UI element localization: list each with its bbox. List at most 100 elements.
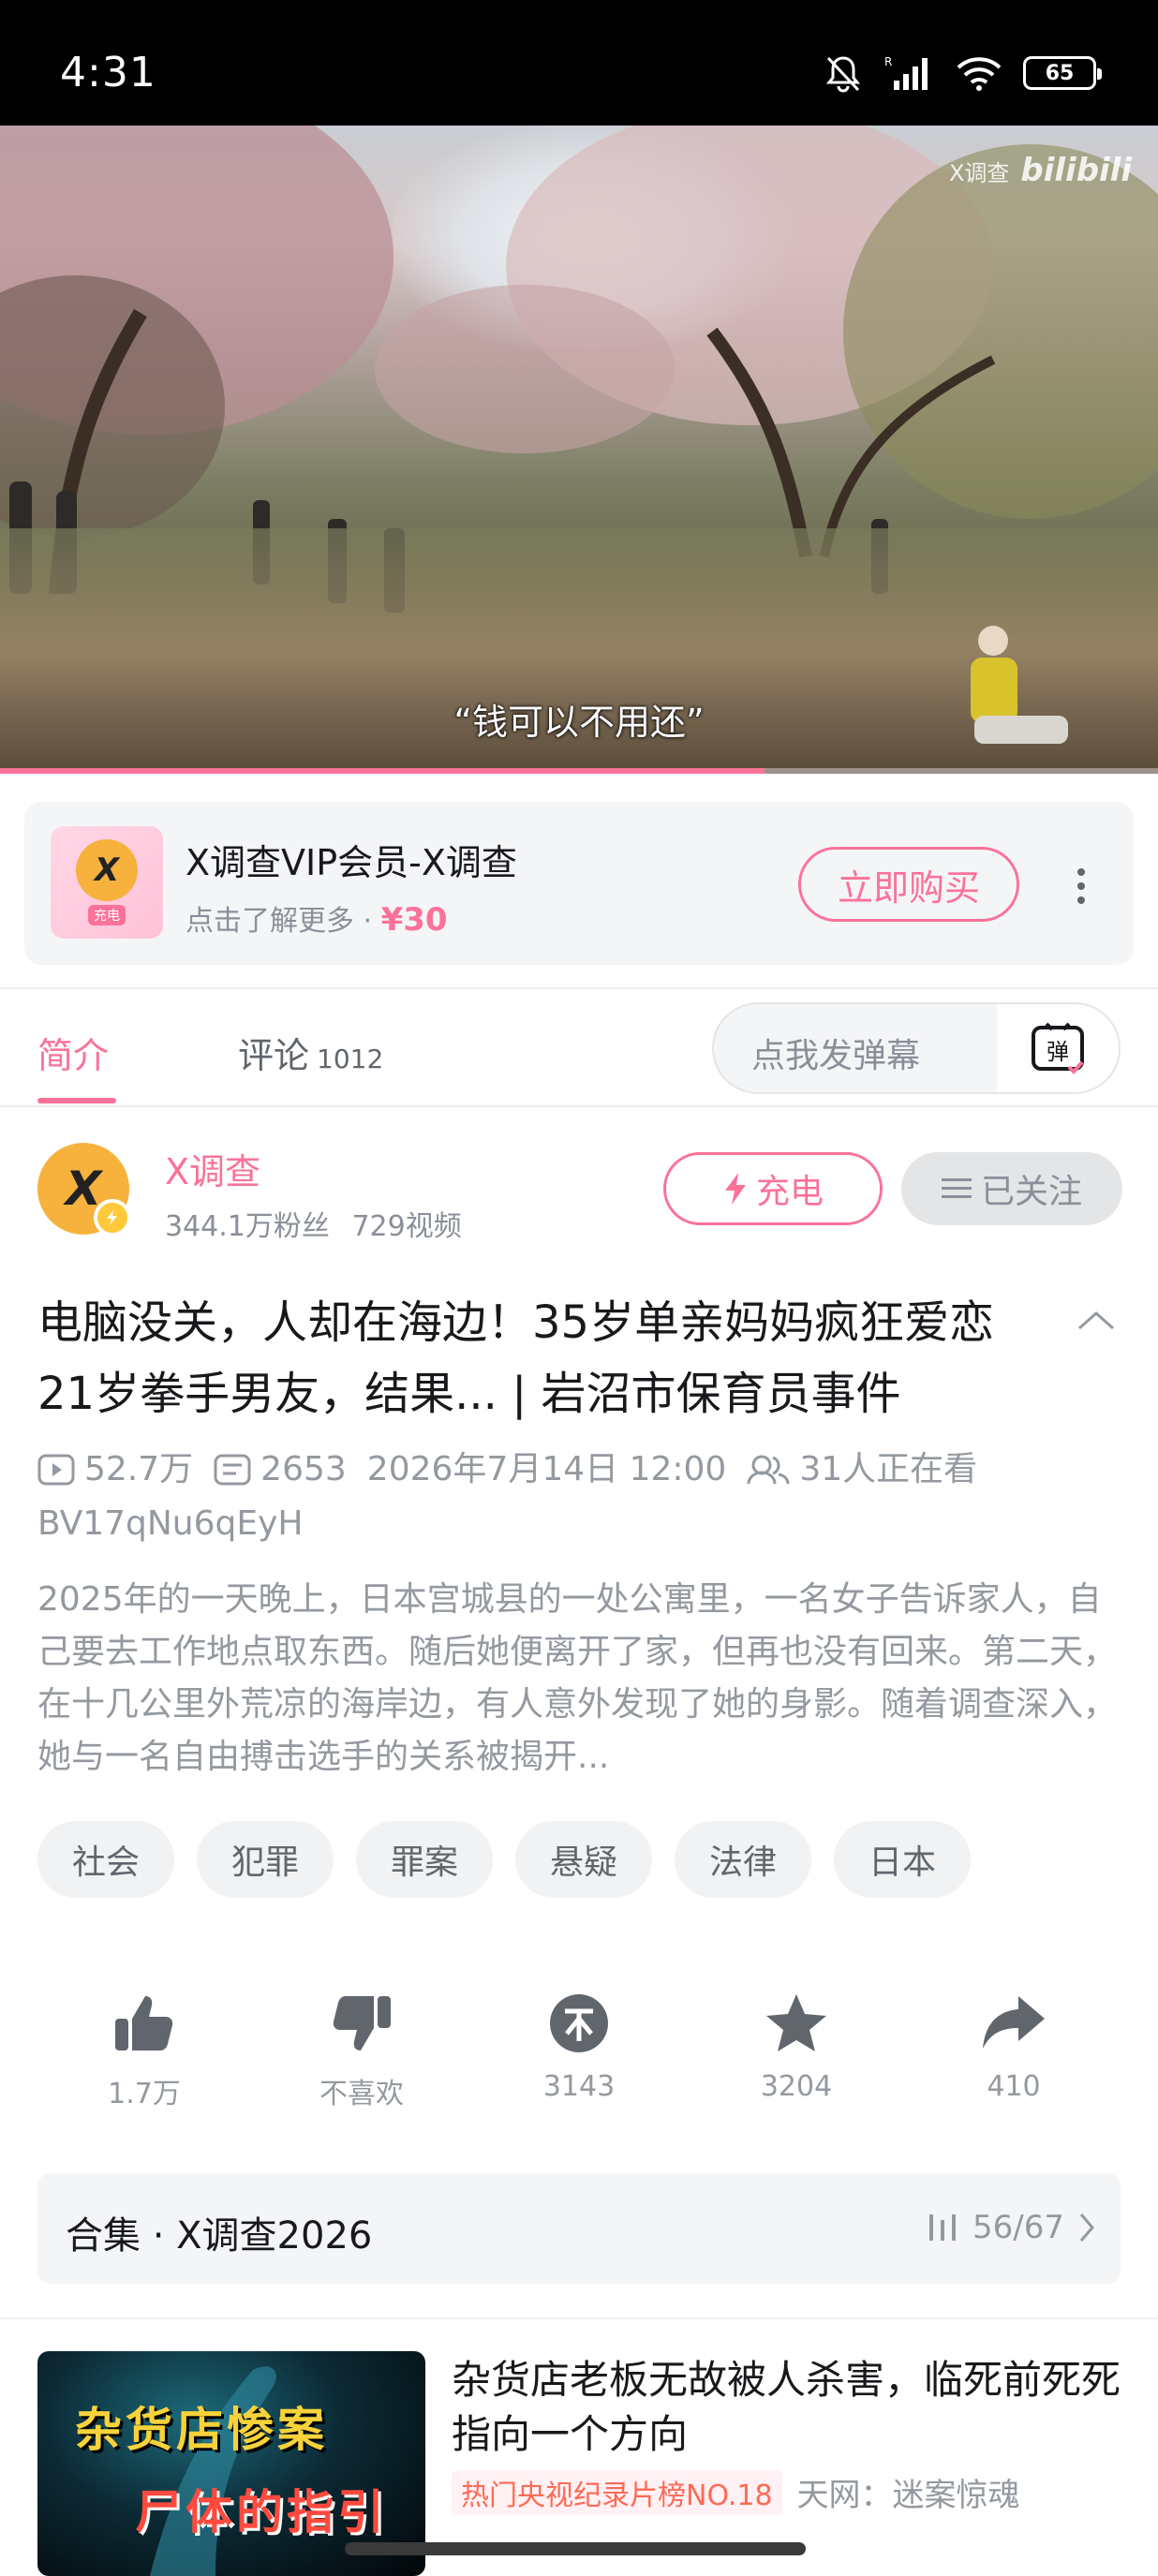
watching-now: 31人正在看 xyxy=(747,1443,977,1497)
video-player[interactable]: X调查 bilibili “钱可以不用还” xyxy=(0,126,1158,774)
thumbnail-text-1: 杂货店惨案 xyxy=(75,2403,328,2457)
danmaku-count: 2653 xyxy=(214,1443,347,1497)
bell-muted-icon xyxy=(825,56,861,93)
follow-label: 已关注 xyxy=(980,1173,1082,1211)
section-divider xyxy=(0,2317,1158,2319)
buy-now-button[interactable]: 立即购买 xyxy=(798,847,1019,922)
dislike-label: 不喜欢 xyxy=(319,2078,404,2110)
video-watermark: X调查 bilibili xyxy=(949,152,1132,189)
like-button[interactable]: 1.7万 xyxy=(60,1990,229,2111)
tag-chip[interactable]: 社会 xyxy=(37,1821,174,1898)
status-bar: 4:31 R 65 xyxy=(0,0,1158,126)
tag-chip[interactable]: 悬疑 xyxy=(515,1821,652,1898)
episodes-icon xyxy=(929,2214,957,2241)
chevron-up-icon[interactable] xyxy=(1076,1306,1117,1334)
ad-subtitle-text: 点击了解更多 · xyxy=(186,905,381,938)
verified-badge-icon xyxy=(94,1199,131,1236)
ad-title: X调查VIP会员-X调查 xyxy=(186,842,517,883)
lightning-icon xyxy=(724,1173,746,1205)
uploader-stats: 344.1万粉丝 729视频 xyxy=(165,1203,462,1244)
recommended-title[interactable]: 杂货店老板无故被人杀害，临死前死死指向一个方向 xyxy=(452,2353,1126,2462)
coin-button[interactable]: 3143 xyxy=(495,1990,663,2103)
tag-chip[interactable]: 犯罪 xyxy=(197,1821,334,1898)
action-bar: 1.7万 不喜欢 3143 3204 410 xyxy=(0,1990,1158,2121)
share-button[interactable]: 410 xyxy=(929,1990,1098,2103)
follow-button[interactable]: 已关注 xyxy=(901,1152,1122,1225)
play-count: 52.7万 xyxy=(37,1443,193,1497)
publish-date: 2026年7月14日 12:00 xyxy=(366,1450,727,1488)
tab-comments-label: 评论 xyxy=(238,1035,310,1076)
share-count: 410 xyxy=(987,2070,1041,2103)
ad-subtitle: 点击了解更多 · ¥30 xyxy=(186,897,448,939)
dislike-button[interactable]: 不喜欢 xyxy=(277,1990,446,2111)
watermark-text: X调查 xyxy=(948,159,1010,186)
recommended-meta: 热门央视纪录片榜NO.18 天网：迷案惊魂 xyxy=(452,2469,1020,2515)
recommended-author: 天网：迷案惊魂 xyxy=(796,2477,1020,2514)
video-progress-fill xyxy=(0,768,765,774)
thumbnail-text-2: 尸体的指引 xyxy=(135,2485,388,2539)
ad-logo-tag: 充电 xyxy=(88,905,126,925)
video-title: 电脑没关，人却在海边！35岁单亲妈妈疯狂爱恋21岁拳手男友，结果... | 岩沼… xyxy=(37,1296,995,1420)
charge-label: 充电 xyxy=(755,1173,824,1211)
play-icon xyxy=(37,1454,75,1486)
signal-icon: R xyxy=(884,55,928,90)
danmaku-input[interactable]: 点我发弹幕 弹 xyxy=(712,1002,1121,1094)
watching-now-value: 31人正在看 xyxy=(799,1450,978,1488)
danmaku-icon-text: 弹 xyxy=(1047,1039,1069,1065)
uploader-followers: 344.1万粉丝 xyxy=(165,1210,330,1243)
comment-count: 1012 xyxy=(317,1044,384,1074)
collection-progress-value: 56/67 xyxy=(972,2209,1064,2246)
content-tabs: 简介 评论 1012 点我发弹幕 弹 xyxy=(0,987,1158,1107)
uploader-name[interactable]: X调查 xyxy=(165,1143,260,1194)
video-description: 2025年的一天晚上，日本宫城县的一处公寓里，一名女子告诉家人，自己要去工作地点… xyxy=(37,1580,1118,1776)
tag-chip[interactable]: 法律 xyxy=(675,1821,811,1898)
play-count-value: 52.7万 xyxy=(84,1450,194,1488)
tab-comments[interactable]: 评论 1012 xyxy=(238,1027,383,1078)
like-count: 1.7万 xyxy=(108,2078,181,2110)
battery-level: 65 xyxy=(1045,61,1075,85)
tab-intro-label: 简介 xyxy=(37,1035,110,1076)
people-icon xyxy=(747,1455,790,1485)
star-icon xyxy=(766,1994,826,2051)
video-progress-bar[interactable] xyxy=(0,768,1158,774)
coin-count: 3143 xyxy=(542,2070,616,2103)
wifi-icon xyxy=(957,57,1002,91)
danmaku-toggle-button[interactable]: 弹 xyxy=(997,1004,1119,1092)
danmaku-list-icon xyxy=(214,1454,251,1486)
charge-button[interactable]: 充电 xyxy=(663,1152,883,1225)
tab-intro[interactable]: 简介 xyxy=(37,1027,109,1078)
danmaku-placeholder: 点我发弹幕 xyxy=(751,1037,921,1075)
video-meta: 52.7万 2653 2026年7月14日 12:00 31人正在看 BV17q… xyxy=(37,1443,1115,1551)
coin-icon xyxy=(550,1994,608,2052)
ad-logo: X 充电 xyxy=(51,826,163,939)
share-arrow-icon xyxy=(983,1996,1045,2049)
svg-text:R: R xyxy=(884,55,892,68)
collection-bar[interactable]: 合集 · X调查2026 56/67 xyxy=(37,2173,1121,2284)
chevron-right-icon xyxy=(1079,2213,1094,2242)
bilibili-logo: bilibili xyxy=(1020,152,1132,189)
uploader-videos: 729视频 xyxy=(351,1210,462,1243)
favorite-button[interactable]: 3204 xyxy=(712,1990,881,2103)
tag-chip[interactable]: 罪案 xyxy=(356,1821,493,1898)
status-icons: R 65 xyxy=(823,52,1102,94)
more-options-icon[interactable] xyxy=(1062,858,1100,914)
collection-label: 合集 · X调查2026 xyxy=(66,2214,373,2258)
battery-icon: 65 xyxy=(1023,56,1102,90)
tag-chip[interactable]: 日本 xyxy=(834,1821,971,1898)
ad-logo-circle: X xyxy=(76,839,138,901)
menu-lines-icon xyxy=(941,1178,972,1198)
vip-ad-card[interactable]: X 充电 X调查VIP会员-X调查 点击了解更多 · ¥30 立即购买 xyxy=(24,802,1134,965)
danmaku-count-value: 2653 xyxy=(260,1450,347,1488)
collection-progress: 56/67 xyxy=(928,2209,1096,2246)
tag-list: 社会 犯罪 罪案 悬疑 法律 日本 xyxy=(37,1821,971,1898)
clock: 4:31 xyxy=(60,49,156,96)
video-subtitle: “钱可以不用还” xyxy=(453,702,705,743)
ad-price: ¥30 xyxy=(380,901,448,939)
thumbs-down-icon xyxy=(333,1996,391,2050)
favorite-count: 3204 xyxy=(760,2070,833,2103)
home-indicator[interactable] xyxy=(345,2542,806,2555)
bv-id[interactable]: BV17qNu6qEyH xyxy=(37,1497,304,1551)
thumbs-up-icon xyxy=(115,1996,173,2050)
ranking-badge: 热门央视纪录片榜NO.18 xyxy=(452,2469,782,2515)
danmaku-icon: 弹 xyxy=(1032,1022,1084,1074)
